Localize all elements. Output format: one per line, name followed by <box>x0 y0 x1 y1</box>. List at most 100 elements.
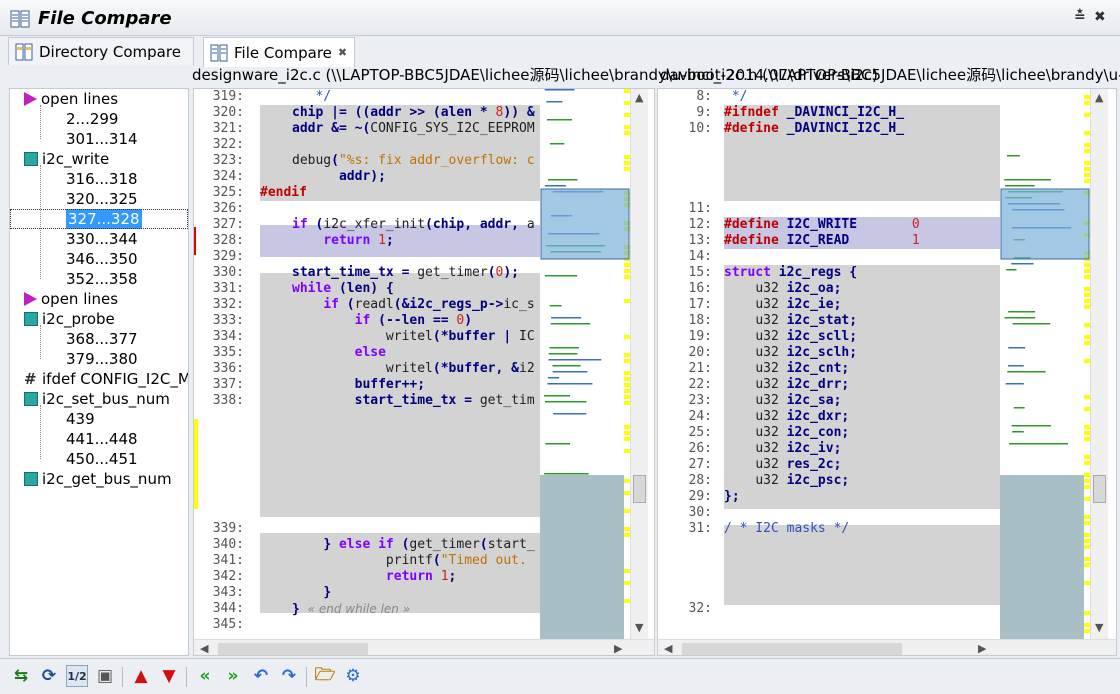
refresh-icon[interactable]: ⟳ <box>38 665 60 687</box>
tree-item-range[interactable]: 301...314 <box>66 129 138 149</box>
code-line[interactable]: / * I2C masks */ <box>724 521 1000 537</box>
code-line[interactable]: u32 i2c_stat; <box>724 313 1000 329</box>
minimize-pane-icon[interactable]: ≛ <box>1074 9 1086 25</box>
code-line[interactable]: #endif <box>260 185 540 201</box>
scroll-right-icon[interactable]: ▶ <box>978 642 986 655</box>
close-pane-icon[interactable]: ✖ <box>1094 9 1106 25</box>
scroll-up-icon[interactable]: ▲ <box>635 91 643 104</box>
line-numbers-icon[interactable]: 1/2 <box>66 665 88 687</box>
copy-left-icon[interactable]: « <box>194 665 216 687</box>
tree-item-function[interactable]: i2c_probe <box>24 309 115 329</box>
code-line[interactable]: */ <box>724 89 1000 105</box>
code-line[interactable]: if (--len == 0) <box>292 313 540 329</box>
code-line[interactable]: if (i2c_xfer_init(chip, addr, a <box>292 217 540 233</box>
lock-icon[interactable]: ▣ <box>94 665 116 687</box>
code-line[interactable]: start_time_tx = get_timer(0); <box>292 265 540 281</box>
left-vertical-scrollbar[interactable]: ▲ ▼ <box>630 89 648 639</box>
tab-directory-compare[interactable]: Directory Compare <box>8 37 194 65</box>
code-line[interactable]: addr); <box>292 169 540 185</box>
code-line[interactable]: */ <box>292 89 540 105</box>
code-line[interactable]: debug("%s: fix addr_overflow: c <box>292 153 540 169</box>
right-hscroll-thumb[interactable] <box>682 643 902 655</box>
tree-item-range[interactable]: 379...380 <box>66 349 138 369</box>
tree-item-range[interactable]: 346...350 <box>66 249 138 269</box>
scroll-down-icon[interactable]: ▼ <box>635 621 643 634</box>
code-line[interactable]: u32 i2c_psc; <box>724 473 1000 489</box>
settings-icon[interactable]: ⚙ <box>342 665 364 687</box>
code-line[interactable]: buffer++; <box>292 377 540 393</box>
code-line[interactable]: } « end while len » <box>292 601 540 617</box>
code-line[interactable] <box>292 617 540 633</box>
code-line[interactable]: printf("Timed out. <box>292 553 540 569</box>
code-line[interactable]: u32 i2c_sa; <box>724 393 1000 409</box>
right-overview-map[interactable] <box>1000 89 1090 639</box>
tree-item-range[interactable]: 352...358 <box>66 269 138 289</box>
code-line[interactable]: start_time_tx = get_tim <box>292 393 540 409</box>
left-hscroll-thumb[interactable] <box>218 643 368 655</box>
close-tab-icon[interactable]: ✖ <box>338 46 347 59</box>
tree-item-range[interactable]: 368...377 <box>66 329 138 349</box>
tree-item-range[interactable]: 320...325 <box>66 189 138 209</box>
code-line[interactable] <box>724 505 1000 521</box>
code-line[interactable]: } <box>292 585 540 601</box>
left-editor-pane[interactable]: 319: */ 320: chip |= ((addr >> (alen * 8))… <box>193 88 655 656</box>
left-scroll-thumb[interactable] <box>633 475 646 503</box>
code-line[interactable]: addr &= ~(CONFIG_SYS_I2C_EEPROM <box>292 121 540 137</box>
code-line[interactable] <box>724 201 1000 217</box>
copy-right-icon[interactable]: » <box>222 665 244 687</box>
code-line[interactable] <box>292 201 540 217</box>
tree-item-function[interactable]: i2c_get_bus_num <box>24 469 172 489</box>
undo-icon[interactable]: ↶ <box>250 665 272 687</box>
tree-item-range[interactable]: 441...448 <box>66 429 138 449</box>
code-line[interactable]: u32 i2c_cnt; <box>724 361 1000 377</box>
tree-item-range[interactable]: 327...328 <box>66 209 142 229</box>
code-line[interactable]: u32 i2c_sclh; <box>724 345 1000 361</box>
code-line[interactable] <box>724 601 1000 617</box>
code-line[interactable]: u32 i2c_con; <box>724 425 1000 441</box>
right-editor-pane[interactable]: 8: */ 9: #ifndef _DAVINCI_I2C_H_ 10: #define… <box>657 88 1117 656</box>
scroll-up-icon[interactable]: ▲ <box>1095 91 1103 104</box>
scroll-left-icon[interactable]: ◀ <box>664 642 672 655</box>
code-line[interactable]: else <box>292 345 540 361</box>
code-line[interactable]: u32 i2c_scll; <box>724 329 1000 345</box>
right-horizontal-scrollbar[interactable]: ◀ ▶ <box>658 639 1116 655</box>
tree-item-range[interactable]: 439 <box>66 409 95 429</box>
tree-item-group[interactable]: open lines <box>24 89 118 109</box>
tree-item-function[interactable]: i2c_write <box>24 149 109 169</box>
tab-file-compare[interactable]: File Compare ✖ <box>203 37 355 67</box>
tree-item-range[interactable]: 316...318 <box>66 169 138 189</box>
right-scroll-thumb[interactable] <box>1093 475 1106 503</box>
code-line[interactable]: while (len) { <box>292 281 540 297</box>
code-line[interactable]: writel(*buffer | IC <box>292 329 540 345</box>
code-line[interactable]: if (readl(&i2c_regs_p->ic_s <box>292 297 540 313</box>
redo-icon[interactable]: ↷ <box>278 665 300 687</box>
code-line[interactable]: #define I2C_READ 1 <box>724 233 1000 249</box>
code-line[interactable]: #define _DAVINCI_I2C_H_ <box>724 121 1000 137</box>
next-diff-icon[interactable]: ▼ <box>158 665 180 687</box>
code-line[interactable]: writel(*buffer, &i2 <box>292 361 540 377</box>
code-line[interactable]: struct i2c_regs { <box>724 265 1000 281</box>
code-line[interactable]: u32 res_2c; <box>724 457 1000 473</box>
code-line[interactable]: return 1; <box>292 233 540 249</box>
code-line[interactable]: #ifndef _DAVINCI_I2C_H_ <box>724 105 1000 121</box>
code-line[interactable] <box>724 249 1000 265</box>
tree-item-group[interactable]: open lines <box>24 289 118 309</box>
code-line[interactable]: chip |= ((addr >> (alen * 8)) & <box>292 105 540 121</box>
left-horizontal-scrollbar[interactable]: ◀ ▶ <box>194 639 654 655</box>
left-overview-map[interactable] <box>540 89 630 639</box>
open-folder-icon[interactable]: 🗁 <box>314 665 336 687</box>
code-line[interactable]: u32 i2c_oa; <box>724 281 1000 297</box>
scroll-down-icon[interactable]: ▼ <box>1095 621 1103 634</box>
previous-diff-icon[interactable]: ▲ <box>130 665 152 687</box>
code-line[interactable]: u32 i2c_dxr; <box>724 409 1000 425</box>
tree-item-range[interactable]: 450...451 <box>66 449 138 469</box>
code-line[interactable] <box>292 249 540 265</box>
code-line[interactable]: #define I2C_WRITE 0 <box>724 217 1000 233</box>
sync-icon[interactable]: ⇆ <box>10 665 32 687</box>
tree-item-range[interactable]: 2...299 <box>66 109 118 129</box>
code-line[interactable]: } else if (get_timer(start_ <box>292 537 540 553</box>
code-line[interactable]: }; <box>724 489 1000 505</box>
code-line[interactable] <box>292 521 540 537</box>
code-line[interactable]: u32 i2c_iv; <box>724 441 1000 457</box>
symbol-tree[interactable]: open lines 2...299 301...314 i2c_write 316..… <box>9 88 189 656</box>
